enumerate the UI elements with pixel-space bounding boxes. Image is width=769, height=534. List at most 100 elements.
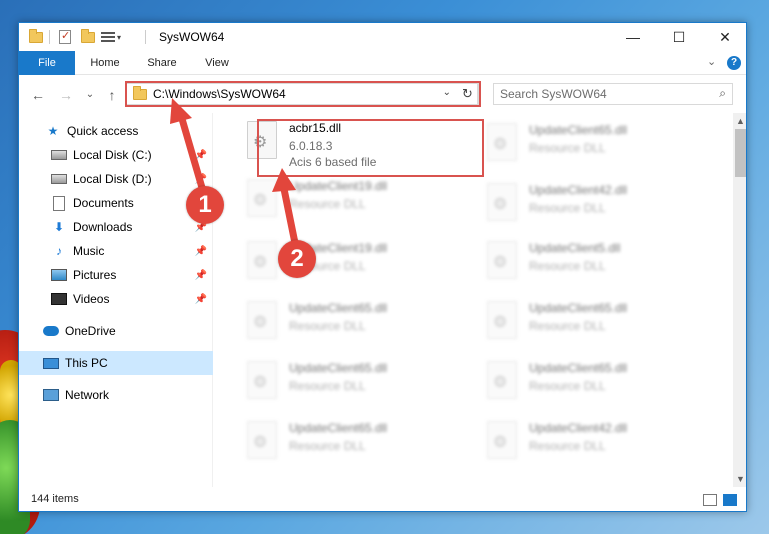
pin-icon[interactable]: 📌: [195, 174, 207, 185]
file-list: acbr15.dll 6.0.18.3 Acis 6 based file Up…: [213, 113, 733, 487]
file-type: Resource DLL: [529, 259, 606, 273]
properties-check-icon[interactable]: [59, 29, 71, 45]
item-count: 144 items: [31, 493, 79, 505]
pin-icon[interactable]: 📌: [195, 294, 207, 305]
title-sep: [145, 29, 146, 45]
highlight-box-file: [257, 119, 484, 177]
documents-icon: [51, 195, 67, 211]
status-bar: 144 items: [19, 487, 746, 511]
tab-file[interactable]: File: [19, 51, 75, 75]
sidebar-item-quick-access[interactable]: ★ Quick access: [19, 119, 213, 143]
onedrive-icon: [43, 323, 59, 339]
list-item[interactable]: UpdateClient65.dll Resource DLL: [239, 293, 464, 349]
file-name: UpdateClient65.dll: [529, 123, 628, 137]
list-item[interactable]: UpdateClient65.dll Resource DLL: [239, 353, 464, 409]
sidebar-item-local-disk-c[interactable]: Local Disk (C:) 📌: [19, 143, 213, 167]
pin-icon[interactable]: 📌: [195, 270, 207, 281]
folder-icon: [29, 28, 43, 45]
list-item[interactable]: UpdateClient42.dll Resource DLL: [479, 413, 704, 469]
large-icons-view-icon[interactable]: [723, 494, 737, 506]
list-item[interactable]: UpdateClient65.dll Resource DLL: [479, 115, 704, 171]
disk-icon: [51, 171, 67, 187]
scroll-down-icon[interactable]: ▼: [733, 471, 746, 487]
file-type: Resource DLL: [529, 201, 606, 215]
help-icon[interactable]: ?: [727, 56, 741, 70]
forward-button[interactable]: →: [57, 86, 75, 104]
highlight-box-address: [125, 81, 481, 107]
file-name: UpdateClient65.dll: [529, 361, 628, 375]
star-icon: ★: [47, 124, 59, 138]
file-type: Resource DLL: [529, 439, 606, 453]
dll-file-icon: [247, 241, 277, 279]
search-icon: ⌕: [719, 86, 726, 100]
close-button[interactable]: ✕: [702, 23, 746, 51]
file-explorer-window: ▾ SysWOW64 — ☐ ✕ File Home Share View ⌄ …: [18, 22, 747, 512]
file-type: Resource DLL: [289, 197, 366, 211]
customize-toolbar-icon[interactable]: ▾: [101, 29, 121, 45]
list-item[interactable]: UpdateClient19.dll Resource DLL: [239, 171, 464, 227]
vertical-scrollbar[interactable]: ▲ ▼: [733, 113, 746, 487]
dll-file-icon: [247, 301, 277, 339]
sidebar-item-documents[interactable]: Documents 📌: [19, 191, 213, 215]
dll-file-icon: [247, 421, 277, 459]
tab-home[interactable]: Home: [77, 51, 133, 75]
search-input[interactable]: [500, 84, 700, 104]
music-icon: ♪: [56, 244, 62, 258]
recent-locations-button[interactable]: ⌄: [81, 86, 99, 104]
minimize-button[interactable]: —: [610, 23, 656, 51]
callout-badge-two: 2: [278, 240, 316, 278]
sidebar-item-pictures[interactable]: Pictures 📌: [19, 263, 213, 287]
sidebar-item-this-pc[interactable]: This PC: [19, 351, 213, 375]
tab-share[interactable]: Share: [135, 51, 189, 75]
tab-view[interactable]: View: [191, 51, 243, 75]
sidebar-item-videos[interactable]: Videos 📌: [19, 287, 213, 311]
sidebar-item-label: This PC: [65, 356, 108, 370]
dll-file-icon: [487, 241, 517, 279]
pc-icon: [43, 355, 59, 371]
file-type: Resource DLL: [529, 141, 606, 155]
details-view-icon[interactable]: [703, 494, 717, 506]
ribbon-collapse-button[interactable]: ⌄: [707, 55, 716, 68]
list-item[interactable]: UpdateClient65.dll Resource DLL: [479, 293, 704, 349]
list-item[interactable]: UpdateClient5.dll Resource DLL: [479, 233, 704, 289]
back-button[interactable]: ←: [29, 86, 47, 104]
maximize-button[interactable]: ☐: [656, 23, 702, 51]
pin-icon[interactable]: 📌: [195, 150, 207, 161]
sep: [49, 29, 50, 45]
sidebar-item-local-disk-d[interactable]: Local Disk (D:) 📌: [19, 167, 213, 191]
pictures-icon: [51, 267, 67, 283]
sidebar-item-label: Quick access: [67, 124, 139, 138]
pin-icon[interactable]: 📌: [195, 246, 207, 257]
sidebar-item-onedrive[interactable]: OneDrive: [19, 319, 213, 343]
sidebar-item-label: Music: [73, 244, 105, 258]
videos-icon: [51, 291, 67, 307]
list-item[interactable]: UpdateClient65.dll Resource DLL: [479, 353, 704, 409]
file-name: UpdateClient65.dll: [289, 361, 388, 375]
sidebar-item-music[interactable]: ♪ Music 📌: [19, 239, 213, 263]
sidebar-item-label: Downloads: [73, 220, 133, 234]
new-folder-icon[interactable]: [81, 28, 95, 45]
navigation-pane: ★ Quick access Local Disk (C:) 📌 Local D…: [19, 113, 213, 487]
sidebar-item-label: Pictures: [73, 268, 117, 282]
sidebar-item-downloads[interactable]: ⬇ Downloads 📌: [19, 215, 213, 239]
network-icon: [43, 387, 59, 403]
search-box[interactable]: ⌕: [493, 83, 733, 105]
list-item[interactable]: UpdateClient19.dll Resource DLL: [239, 233, 464, 289]
sidebar-item-network[interactable]: Network: [19, 383, 213, 407]
file-type: Resource DLL: [289, 379, 366, 393]
list-item[interactable]: UpdateClient42.dll Resource DLL: [479, 175, 704, 231]
scroll-up-icon[interactable]: ▲: [733, 113, 746, 129]
sidebar-item-label: Videos: [73, 292, 110, 306]
file-name: UpdateClient65.dll: [289, 301, 388, 315]
list-item[interactable]: UpdateClient65.dll Resource DLL: [239, 413, 464, 469]
downloads-icon: ⬇: [53, 220, 65, 234]
file-name: UpdateClient5.dll: [529, 241, 621, 255]
title-bar: ▾ SysWOW64 — ☐ ✕: [19, 23, 746, 51]
file-name: UpdateClient65.dll: [289, 421, 388, 435]
dll-file-icon: [487, 421, 517, 459]
ribbon-tabs: File Home Share View ⌄ ?: [19, 51, 746, 75]
up-button[interactable]: ↑: [103, 86, 121, 104]
scrollbar-thumb[interactable]: [735, 129, 746, 177]
dll-file-icon: [487, 183, 517, 221]
dll-file-icon: [247, 361, 277, 399]
